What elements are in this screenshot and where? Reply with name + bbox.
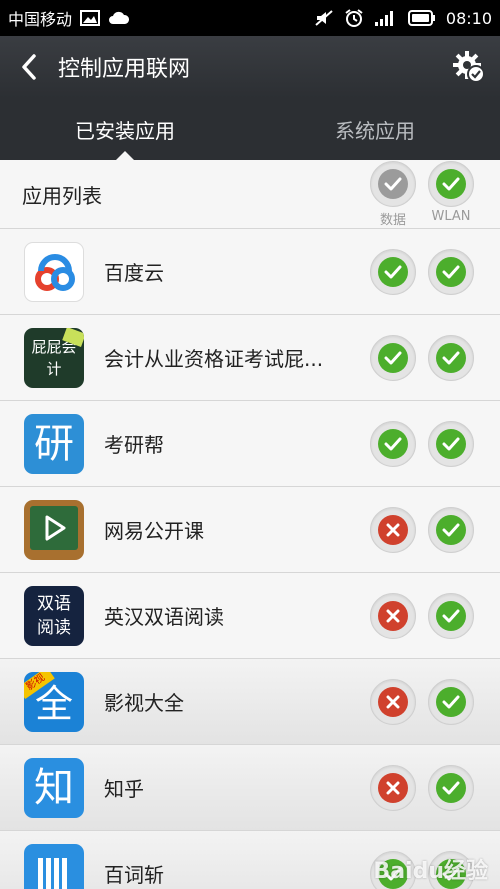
wlan-column-caption: WLAN (431, 208, 471, 224)
status-bar: 中国移动 08:10 (0, 0, 500, 36)
close-icon (378, 772, 408, 803)
check-icon (436, 256, 466, 287)
check-icon (378, 256, 408, 287)
list-item: 屁屁会计 会计从业资格证考试屁... (0, 315, 500, 401)
data-toggle[interactable] (370, 420, 416, 467)
app-name: 英汉双语阅读 (104, 605, 224, 629)
app-name: 影视大全 (104, 691, 184, 715)
check-icon (436, 686, 466, 717)
data-column-caption: 数据 (379, 212, 406, 228)
weather-cloud-icon (108, 10, 130, 26)
app-name: 知乎 (104, 777, 144, 801)
check-icon (378, 342, 408, 373)
signal-strength-icon (374, 9, 398, 27)
app-name: 考研帮 (104, 433, 164, 457)
app-name: 会计从业资格证考试屁... (104, 347, 324, 371)
wlan-toggle[interactable] (428, 764, 474, 811)
clock-time: 08:10 (445, 8, 492, 28)
list-item: 双语阅读 英汉双语阅读 (0, 573, 500, 659)
app-icon-text: 知 (34, 764, 74, 811)
list-item: 研 考研帮 (0, 401, 500, 487)
watermark: Baidu经验 (373, 859, 488, 884)
data-toggle[interactable] (370, 764, 416, 811)
close-icon (378, 686, 408, 717)
kaoyanbang-app-icon: 研 (24, 413, 84, 474)
app-name: 百词斩 (104, 863, 164, 887)
data-toggle[interactable] (370, 506, 416, 553)
app-name: 百度云 (104, 261, 164, 285)
tab-installed-apps[interactable]: 已安装应用 (0, 98, 250, 160)
app-list: 百度云 屁屁会计 会计从业资格证考试屁... 研 考研帮 网易公开课 双语阅读 … (0, 229, 500, 889)
wlan-toggle[interactable] (428, 334, 474, 381)
app-icon-text: 研 (34, 420, 74, 467)
baicizhan-app-icon (24, 843, 84, 889)
tab-bar: 已安装应用 系统应用 (0, 98, 500, 160)
battery-icon (407, 10, 436, 26)
image-notification-icon (80, 10, 101, 26)
check-icon (378, 428, 408, 459)
toggle-all-data-button[interactable] (370, 160, 416, 207)
toggle-all-wlan-button[interactable] (428, 160, 474, 207)
wlan-toggle[interactable] (428, 248, 474, 295)
app-name: 网易公开课 (104, 519, 204, 543)
gear-check-icon (453, 51, 485, 83)
check-icon (436, 600, 466, 631)
settings-button[interactable] (438, 36, 500, 98)
check-icon (436, 772, 466, 803)
list-item: 全 影视 影视大全 (0, 659, 500, 745)
check-icon (436, 428, 466, 459)
tab-system-apps[interactable]: 系统应用 (250, 98, 500, 160)
data-toggle[interactable] (370, 334, 416, 381)
netease-open-course-app-icon (24, 499, 84, 560)
alarm-clock-icon (344, 8, 364, 28)
list-item: 网易公开课 (0, 487, 500, 573)
data-toggle[interactable] (370, 678, 416, 725)
check-icon (436, 168, 466, 199)
close-icon (378, 514, 408, 545)
yingshi-daquan-app-icon: 全 影视 (24, 671, 84, 732)
list-item: 百度云 (0, 229, 500, 315)
baidu-cloud-app-icon (24, 241, 84, 302)
accounting-exam-app-icon: 屁屁会计 (24, 327, 84, 388)
check-icon (436, 342, 466, 373)
data-toggle[interactable] (370, 248, 416, 295)
app-list-label: 应用列表 (22, 183, 102, 208)
app-list-header: 应用列表 数据 WLAN (0, 160, 500, 229)
back-button[interactable] (0, 36, 58, 98)
list-item: 知 知乎 (0, 745, 500, 831)
wlan-toggle[interactable] (428, 506, 474, 553)
bilingual-reading-app-icon: 双语阅读 (24, 585, 84, 646)
check-icon (378, 168, 408, 199)
title-bar: 控制应用联网 (0, 36, 500, 98)
page-title: 控制应用联网 (58, 57, 191, 82)
carrier-label: 中国移动 (8, 10, 73, 29)
wlan-toggle[interactable] (428, 678, 474, 725)
wlan-toggle[interactable] (428, 592, 474, 639)
zhihu-app-icon: 知 (24, 757, 84, 818)
close-icon (378, 600, 408, 631)
wlan-toggle[interactable] (428, 420, 474, 467)
chevron-left-icon (22, 54, 36, 80)
data-toggle[interactable] (370, 592, 416, 639)
mute-icon (314, 9, 334, 27)
app-icon-text: 双语阅读 (37, 593, 71, 638)
check-icon (436, 514, 466, 545)
